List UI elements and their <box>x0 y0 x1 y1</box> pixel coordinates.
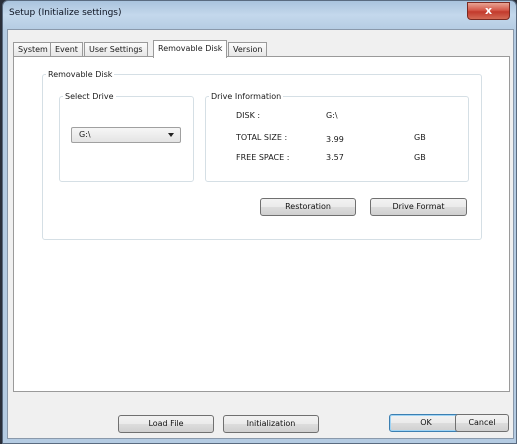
tab-user-settings[interactable]: User Settings <box>84 42 148 57</box>
total-size-label: TOTAL SIZE : <box>236 133 288 142</box>
close-button[interactable]: x <box>467 2 510 20</box>
cancel-button[interactable]: Cancel <box>455 414 509 432</box>
free-space-label: FREE SPACE : <box>236 153 290 162</box>
total-size-unit: GB <box>414 133 426 142</box>
dialog-client-area: System Event User Settings Removable Dis… <box>7 29 514 439</box>
chevron-down-icon <box>168 133 174 137</box>
window-title: Setup (Initialize settings) <box>9 8 122 18</box>
removable-disk-panel: Removable Disk Select Drive G:\ Drive In… <box>13 56 510 392</box>
tab-event[interactable]: Event <box>50 42 83 57</box>
drive-select-value: G:\ <box>79 130 91 139</box>
setup-window: Setup (Initialize settings) x System Eve… <box>2 0 517 444</box>
initialization-button[interactable]: Initialization <box>223 415 319 433</box>
select-drive-group: Select Drive G:\ <box>59 92 194 182</box>
tab-system[interactable]: System <box>13 42 53 57</box>
disk-value: G:\ <box>326 111 338 120</box>
drive-information-group: Drive Information DISK : G:\ TOTAL SIZE … <box>205 92 469 182</box>
close-icon: x <box>484 4 493 17</box>
drive-format-button[interactable]: Drive Format <box>370 198 467 216</box>
drive-information-label: Drive Information <box>211 92 282 101</box>
disk-label: DISK : <box>236 111 261 120</box>
removable-disk-group: Removable Disk Select Drive G:\ Drive In… <box>42 70 482 240</box>
tab-removable-disk[interactable]: Removable Disk <box>153 40 228 58</box>
load-file-button[interactable]: Load File <box>118 415 214 433</box>
removable-disk-group-label: Removable Disk <box>48 70 113 79</box>
free-space-value: 3.57 <box>326 153 344 162</box>
tab-version[interactable]: Version <box>228 42 268 57</box>
title-bar[interactable]: Setup (Initialize settings) x <box>3 1 516 29</box>
restoration-button[interactable]: Restoration <box>260 198 356 216</box>
drive-select[interactable]: G:\ <box>71 127 181 143</box>
select-drive-label: Select Drive <box>65 92 114 101</box>
free-space-unit: GB <box>414 153 426 162</box>
ok-button[interactable]: OK <box>389 414 463 432</box>
total-size-value: 3.99 <box>326 135 344 144</box>
